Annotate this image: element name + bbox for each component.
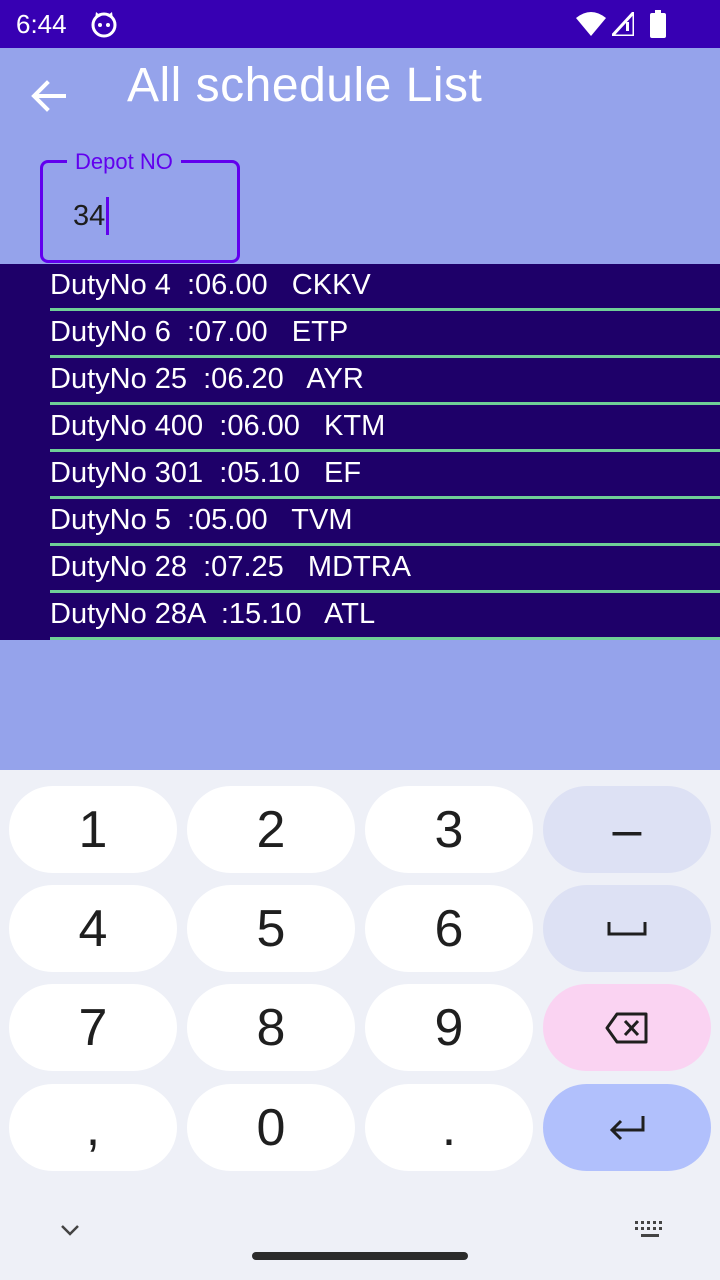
arrow-left-icon <box>31 80 66 112</box>
chevron-down-icon <box>61 1225 79 1236</box>
gesture-nav-handle[interactable] <box>252 1252 468 1260</box>
list-item-text: DutyNo 4 :06.00 CKKV <box>50 269 371 301</box>
key-7[interactable]: 7 <box>9 984 177 1071</box>
list-item[interactable]: DutyNo 4 :06.00 CKKV <box>50 264 720 311</box>
depot-no-input[interactable]: 34 <box>73 197 110 235</box>
list-item[interactable]: DutyNo 28A :15.10 ATL <box>50 593 720 640</box>
back-button[interactable] <box>18 70 78 122</box>
depot-no-field[interactable]: Depot NO 34 <box>40 149 240 263</box>
battery-icon <box>650 10 666 38</box>
text-caret <box>106 197 110 235</box>
list-item[interactable]: DutyNo 6 :07.00 ETP <box>50 311 720 358</box>
key-2[interactable]: 2 <box>187 786 355 873</box>
hide-keyboard-button[interactable] <box>52 1218 88 1242</box>
list-item-text: DutyNo 6 :07.00 ETP <box>50 316 349 348</box>
key-space[interactable] <box>543 885 711 972</box>
cat-notification-icon <box>91 12 117 38</box>
enter-key[interactable] <box>543 1084 711 1171</box>
enter-icon <box>609 1115 645 1140</box>
list-item[interactable]: DutyNo 301 :05.10 EF <box>50 452 720 499</box>
key-4[interactable]: 4 <box>9 885 177 972</box>
key-9[interactable]: 9 <box>365 984 533 1071</box>
backspace-key[interactable] <box>543 984 711 1071</box>
key-5[interactable]: 5 <box>187 885 355 972</box>
list-item-text: DutyNo 28 :07.25 MDTRA <box>50 551 412 583</box>
depot-no-label: Depot NO <box>67 149 181 175</box>
list-item[interactable]: DutyNo 28 :07.25 MDTRA <box>50 546 720 593</box>
depot-no-value: 34 <box>73 199 106 232</box>
list-item-text: DutyNo 5 :05.00 TVM <box>50 504 353 536</box>
key-comma[interactable]: , <box>9 1084 177 1171</box>
status-time: 6:44 <box>16 9 67 39</box>
key-dot[interactable]: . <box>365 1084 533 1171</box>
signal-icon <box>612 12 634 36</box>
backspace-icon <box>605 1012 648 1043</box>
wifi-icon <box>576 12 606 36</box>
list-item-text: DutyNo 301 :05.10 EF <box>50 457 362 489</box>
keyboard-icon <box>635 1221 662 1237</box>
list-item[interactable]: DutyNo 5 :05.00 TVM <box>50 499 720 546</box>
list-item[interactable]: DutyNo 25 :06.20 AYR <box>50 358 720 405</box>
key-1[interactable]: 1 <box>9 786 177 873</box>
key-0[interactable]: 0 <box>187 1084 355 1171</box>
list-item-text: DutyNo 28A :15.10 ATL <box>50 598 376 630</box>
numeric-keyboard: 1 2 3 – 4 5 6 7 8 9 , 0 . <box>0 770 720 1280</box>
status-bar: 6:44 <box>0 0 720 48</box>
key-6[interactable]: 6 <box>365 885 533 972</box>
divider <box>50 637 720 640</box>
key-8[interactable]: 8 <box>187 984 355 1071</box>
keyboard-switch-button[interactable] <box>632 1218 668 1242</box>
list-item-text: DutyNo 25 :06.20 AYR <box>50 363 364 395</box>
list-item[interactable]: DutyNo 400 :06.00 KTM <box>50 405 720 452</box>
space-icon <box>607 921 647 935</box>
key-dash[interactable]: – <box>543 786 711 873</box>
page-title: All schedule List <box>127 59 483 112</box>
list-item-text: DutyNo 400 :06.00 KTM <box>50 410 386 442</box>
schedule-list[interactable]: DutyNo 4 :06.00 CKKV DutyNo 6 :07.00 ETP… <box>0 264 720 640</box>
key-3[interactable]: 3 <box>365 786 533 873</box>
